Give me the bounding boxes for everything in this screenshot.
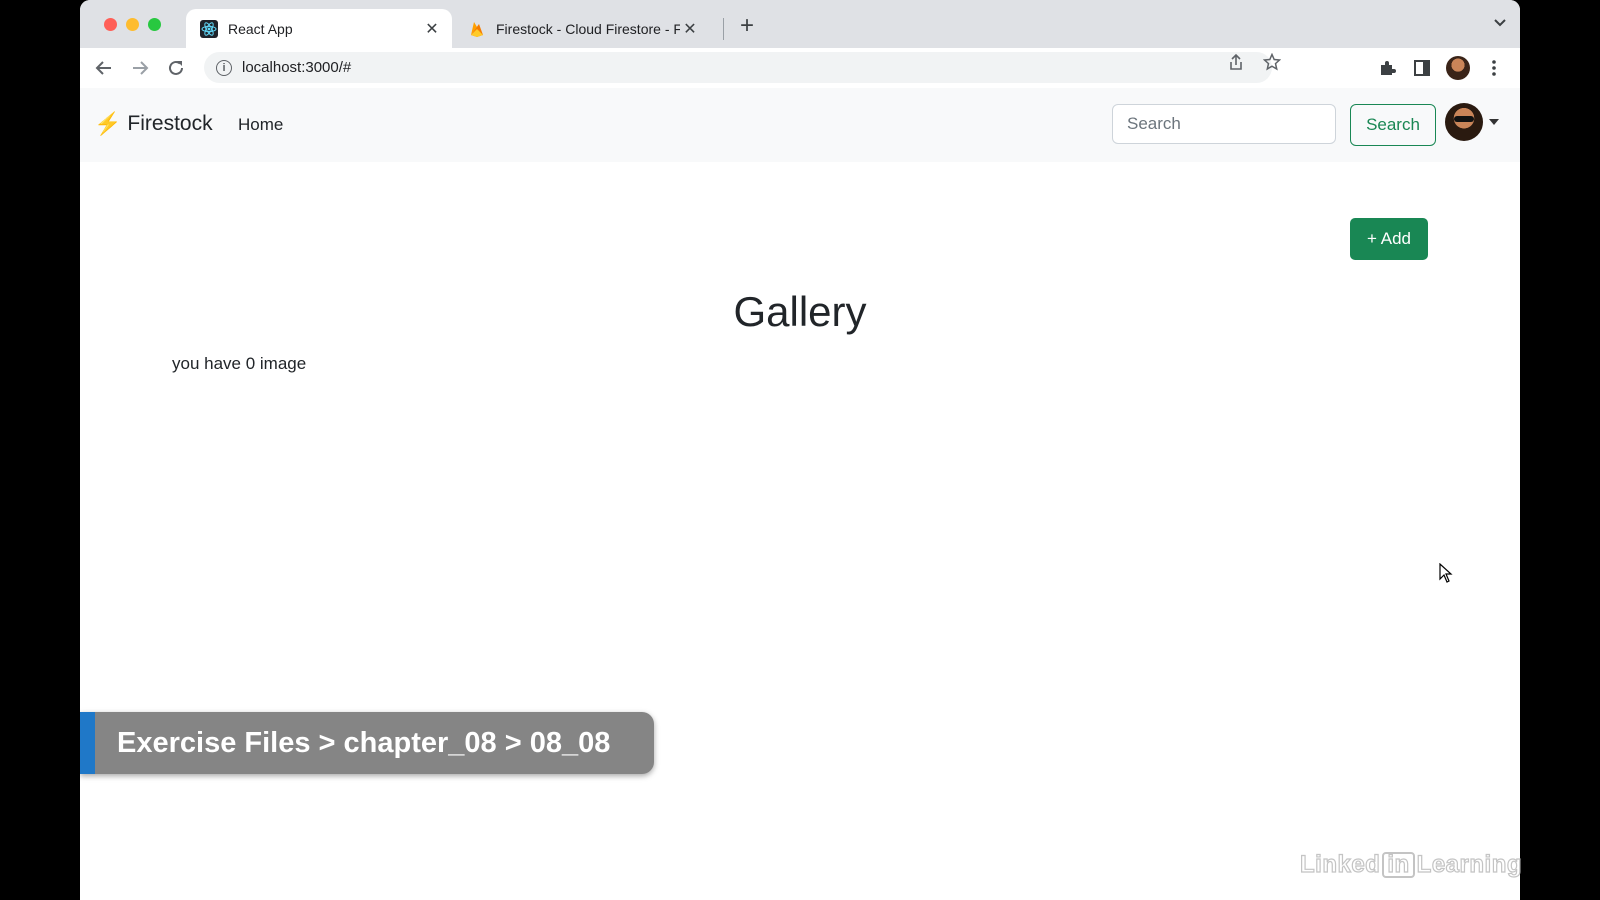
- linkedin-learning-watermark: Linked in Learning: [1299, 850, 1523, 879]
- banner-accent-stripe: [80, 712, 95, 774]
- watermark-learning: Learning: [1416, 850, 1523, 878]
- brand-link[interactable]: ⚡ Firestock: [94, 111, 213, 137]
- exercise-files-banner: Exercise Files > chapter_08 > 08_08: [80, 712, 654, 774]
- add-button[interactable]: + Add: [1350, 218, 1428, 260]
- tab-strip: React App ✕ Firestock - Cloud Firestore …: [80, 0, 1520, 48]
- info-icon[interactable]: i: [216, 59, 232, 76]
- address-url: localhost:3000/#: [242, 59, 352, 76]
- tab-firestock-console[interactable]: Firestock - Cloud Firestore - Fi ✕: [454, 9, 710, 48]
- reload-icon[interactable]: [162, 54, 190, 82]
- tab-react-app[interactable]: React App ✕: [186, 9, 452, 48]
- exercise-path: Exercise Files > chapter_08 > 08_08: [117, 726, 611, 759]
- maximize-window-button[interactable]: [148, 18, 161, 31]
- bolt-icon: ⚡: [94, 111, 122, 136]
- watermark-in: in: [1382, 852, 1415, 878]
- star-icon[interactable]: [1262, 52, 1282, 76]
- react-icon: [200, 19, 218, 38]
- search-input[interactable]: [1112, 104, 1336, 144]
- page-title: Gallery: [733, 288, 867, 335]
- side-panel-icon[interactable]: [1408, 54, 1436, 82]
- search-button[interactable]: Search: [1350, 104, 1436, 146]
- mouse-cursor-icon: [1439, 562, 1453, 588]
- browser-toolbar: i localhost:3000/#: [80, 48, 1520, 89]
- tab-title: React App: [228, 20, 293, 37]
- close-window-button[interactable]: [104, 18, 117, 31]
- avatar: [1445, 103, 1483, 141]
- watermark-linked: Linked: [1299, 850, 1381, 878]
- tab-title: Firestock - Cloud Firestore - Fi: [496, 20, 680, 37]
- new-tab-button[interactable]: +: [740, 12, 754, 40]
- close-tab-icon[interactable]: ✕: [680, 19, 700, 39]
- image-count-text: you have 0 image: [172, 354, 307, 373]
- minimize-window-button[interactable]: [126, 18, 139, 31]
- back-icon[interactable]: [90, 54, 118, 82]
- nav-home-link[interactable]: Home: [238, 115, 283, 135]
- brand-name: Firestock: [127, 112, 213, 135]
- close-tab-icon[interactable]: ✕: [422, 19, 442, 39]
- tab-separator: [723, 18, 724, 40]
- profile-avatar[interactable]: [1444, 54, 1472, 82]
- chevron-down-icon[interactable]: [1494, 14, 1506, 30]
- forward-icon[interactable]: [126, 54, 154, 82]
- firebase-icon: [468, 20, 486, 38]
- extensions-icon[interactable]: [1373, 54, 1401, 82]
- caret-down-icon: [1489, 119, 1499, 125]
- address-bar[interactable]: i localhost:3000/#: [204, 52, 1272, 83]
- more-icon[interactable]: [1480, 54, 1508, 82]
- app-navbar: ⚡ Firestock Home Search: [80, 88, 1520, 162]
- user-menu-dropdown[interactable]: [1445, 103, 1499, 141]
- share-icon[interactable]: [1228, 53, 1244, 76]
